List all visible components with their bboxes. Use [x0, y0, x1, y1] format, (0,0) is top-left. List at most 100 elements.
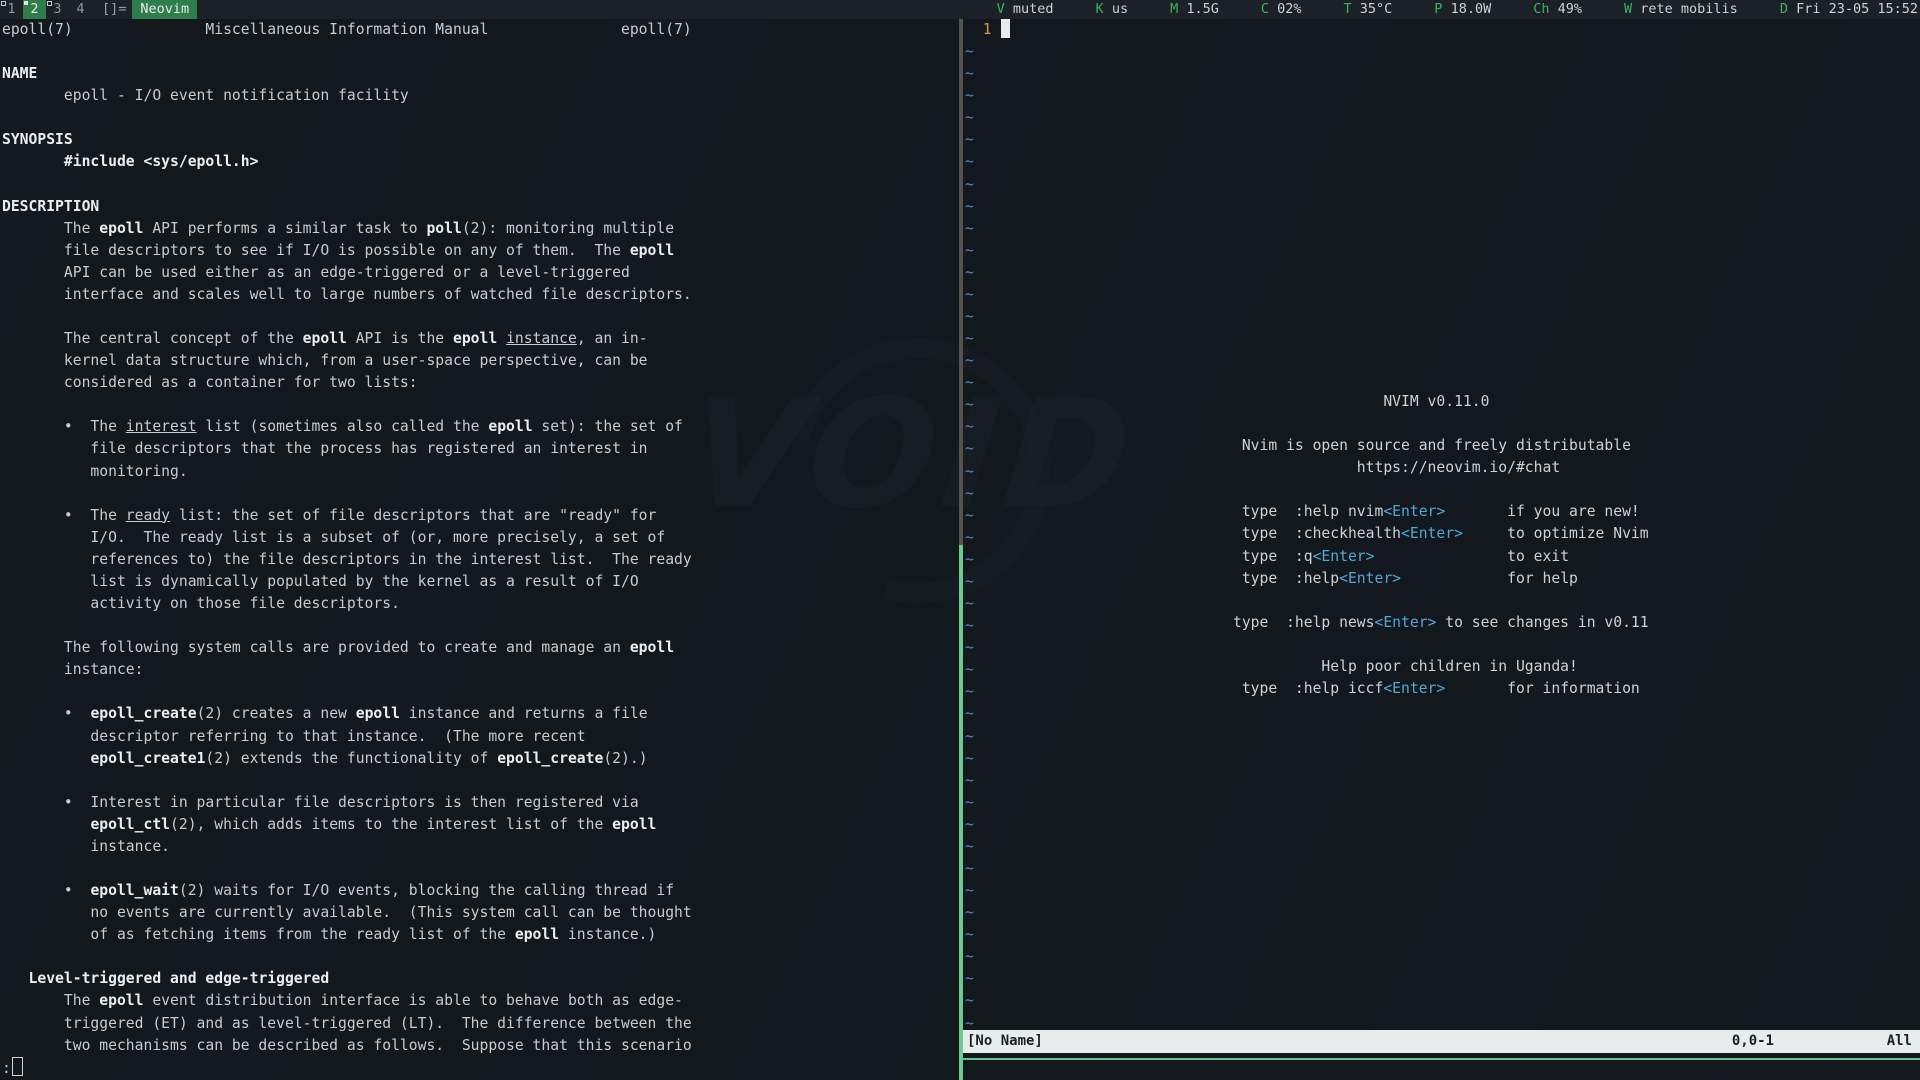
man-line: API can be used either as an edge-trigge…: [2, 262, 692, 284]
focused-window-title[interactable]: Neovim: [132, 0, 197, 19]
status-item-K: K us: [1096, 0, 1129, 19]
tag-client-indicator: [47, 1, 52, 6]
nvim-empty-lines: ~~~~~~~~~~~~~~~~~~~~~~~~~~~~~~~~~~~~~~~~…: [965, 41, 1010, 1035]
man-line: SYNOPSIS: [2, 129, 692, 151]
tilde-row: ~: [965, 902, 1010, 924]
tilde-row: ~: [965, 262, 1010, 284]
tilde-marker: ~: [965, 948, 974, 965]
tilde-row: ~: [965, 461, 1010, 483]
status-item-W: W rete mobilis: [1624, 0, 1738, 19]
nvim-cursor: [1001, 19, 1010, 38]
tilde-row: ~: [965, 306, 1010, 328]
tilde-row: ~: [965, 880, 1010, 902]
pager-command-prompt[interactable]: :: [2, 1057, 23, 1079]
workspace-tag-3[interactable]: 3: [46, 0, 69, 19]
man-line: The epoll API performs a similar task to…: [2, 218, 692, 240]
tilde-row: ~: [965, 792, 1010, 814]
tilde-marker: ~: [965, 904, 974, 921]
man-line: DESCRIPTION: [2, 196, 692, 218]
tilde-row: ~: [965, 615, 1010, 637]
status-item-Ch: Ch 49%: [1533, 0, 1582, 19]
tilde-row: ~: [965, 196, 1010, 218]
tilde-row: ~: [965, 505, 1010, 527]
tilde-row: ~: [965, 637, 1010, 659]
tag-client-indicator: [1, 1, 6, 6]
workspace-tag-2[interactable]: 2: [23, 0, 46, 19]
nvim-intro-message: NVIM v0.11.0 Nvim is open source and fre…: [1233, 391, 1649, 700]
tilde-row: ~: [965, 726, 1010, 748]
tilde-marker: ~: [965, 1015, 974, 1032]
tilde-row: ~: [965, 659, 1010, 681]
nvim-buffer[interactable]: 1 ~~~~~~~~~~~~~~~~~~~~~~~~~~~~~~~~~~~~~~…: [965, 19, 1010, 1035]
status-key: Ch: [1533, 1, 1549, 17]
status-bar: 1234 []= Neovim V mutedK usM 1.5GC 02%T …: [0, 0, 1920, 19]
tilde-marker: ~: [965, 551, 974, 568]
nvim-intro-line: https://neovim.io/#chat: [1233, 457, 1649, 479]
man-line: [2, 770, 692, 792]
window-separator[interactable]: [959, 19, 963, 1080]
tilde-marker: ~: [965, 639, 974, 656]
tilde-row: ~: [965, 328, 1010, 350]
tilde-marker: ~: [965, 463, 974, 480]
nvim-intro-line: Nvim is open source and freely distribut…: [1233, 435, 1649, 457]
nvim-intro-line: type :checkhealth<Enter> to optimize Nvi…: [1233, 523, 1649, 545]
status-key: C: [1261, 1, 1269, 17]
tilde-marker: ~: [965, 573, 974, 590]
man-line: • The interest list (sometimes also call…: [2, 416, 692, 438]
layout-symbol[interactable]: []=: [102, 0, 126, 19]
tilde-marker: ~: [965, 992, 974, 1009]
tilde-marker: ~: [965, 198, 974, 215]
tag-client-indicator: [24, 1, 28, 5]
status-item-C: C 02%: [1261, 0, 1302, 19]
workspace-tag-1[interactable]: 1: [0, 0, 23, 19]
workspace-tag-4[interactable]: 4: [69, 0, 92, 19]
tilde-marker: ~: [965, 794, 974, 811]
nvim-line-1[interactable]: 1: [965, 19, 1010, 41]
tilde-marker: ~: [965, 242, 974, 259]
nvim-intro-line: [1233, 634, 1649, 656]
tilde-marker: ~: [965, 286, 974, 303]
desktop: VOID 1234 []= Neovim V mutedK usM 1.5GC …: [0, 0, 1920, 1080]
tilde-row: ~: [965, 836, 1010, 858]
tilde-marker: ~: [965, 772, 974, 789]
man-line: [2, 483, 692, 505]
nvim-intro-line: [1233, 479, 1649, 501]
man-line: NAME: [2, 63, 692, 85]
man-line: epoll(7) Miscellaneous Information Manua…: [2, 19, 692, 41]
man-line: monitoring.: [2, 461, 692, 483]
tilde-marker: ~: [965, 750, 974, 767]
window-border-bottom: [963, 1058, 1920, 1060]
tilde-row: ~: [965, 284, 1010, 306]
tilde-row: ~: [965, 151, 1010, 173]
man-line: file descriptors to see if I/O is possib…: [2, 240, 692, 262]
nvim-intro-line: [1233, 590, 1649, 612]
tilde-row: ~: [965, 129, 1010, 151]
tilde-marker: ~: [965, 816, 974, 833]
tilde-marker: ~: [965, 418, 974, 435]
man-line: [2, 41, 692, 63]
tilde-marker: ~: [965, 176, 974, 193]
tilde-marker: ~: [965, 330, 974, 347]
window-border-green: [959, 545, 963, 1080]
man-line: • epoll_wait(2) waits for I/O events, bl…: [2, 880, 692, 902]
nvim-intro-line: [1233, 413, 1649, 435]
tilde-row: ~: [965, 770, 1010, 792]
man-line: interface and scales well to large numbe…: [2, 284, 692, 306]
tilde-marker: ~: [965, 308, 974, 325]
man-line: descriptor referring to that instance. (…: [2, 726, 692, 748]
tilde-row: ~: [965, 174, 1010, 196]
nvim-intro-line: type :help nvim<Enter> if you are new!: [1233, 501, 1649, 523]
tilde-row: ~: [965, 527, 1010, 549]
tilde-row: ~: [965, 240, 1010, 262]
tilde-marker: ~: [965, 838, 974, 855]
tilde-marker: ~: [965, 529, 974, 546]
tilde-marker: ~: [965, 882, 974, 899]
neovim-window[interactable]: 1 ~~~~~~~~~~~~~~~~~~~~~~~~~~~~~~~~~~~~~~…: [963, 19, 1920, 1080]
terminal-man-page-window[interactable]: epoll(7) Miscellaneous Information Manua…: [0, 19, 959, 1080]
tilde-row: ~: [965, 350, 1010, 372]
man-line: [2, 858, 692, 880]
man-line: [2, 174, 692, 196]
man-line: • The ready list: the set of file descri…: [2, 505, 692, 527]
cursor-ruler: 0,0-1: [1732, 1030, 1774, 1053]
man-line: [2, 394, 692, 416]
